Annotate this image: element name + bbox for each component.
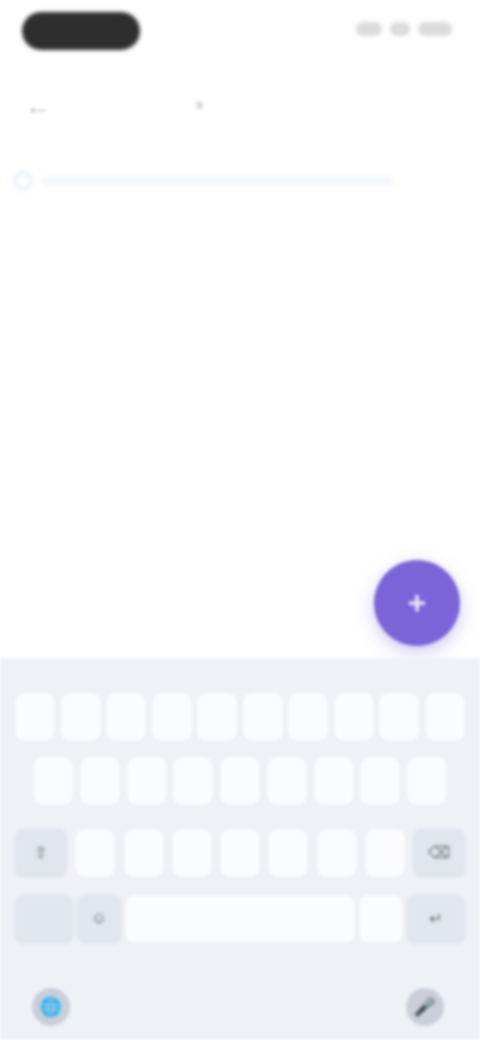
keyboard-row-3: ⇧ ⌫ <box>0 828 480 878</box>
key[interactable] <box>196 692 239 742</box>
symbols-key[interactable] <box>14 894 74 944</box>
fab-button[interactable]: + <box>374 560 460 646</box>
battery-icon <box>418 22 452 36</box>
key[interactable] <box>241 692 284 742</box>
key[interactable] <box>170 828 213 878</box>
chevron-down-icon: ▾ <box>196 96 204 113</box>
key[interactable] <box>267 828 310 878</box>
keyboard-row-2 <box>0 756 480 806</box>
key[interactable] <box>315 828 358 878</box>
search-bar[interactable] <box>14 166 394 196</box>
backspace-key[interactable]: ⌫ <box>412 828 466 878</box>
title-dropdown[interactable]: ▾ <box>190 90 300 120</box>
key[interactable] <box>363 828 406 878</box>
key[interactable] <box>287 692 330 742</box>
key[interactable] <box>406 756 448 806</box>
key[interactable] <box>312 756 355 806</box>
back-icon[interactable]: ← <box>20 88 56 124</box>
status-bar <box>0 0 480 64</box>
period-key[interactable] <box>358 894 404 944</box>
search-icon <box>14 172 32 190</box>
space-key[interactable] <box>124 894 356 944</box>
camera-pill <box>22 12 140 50</box>
key[interactable] <box>332 692 375 742</box>
status-icons <box>356 22 452 38</box>
emoji-icon[interactable]: ☺ <box>76 894 122 944</box>
keyboard: ⇧ ⌫ ☺ ↵ 🌐 🎤 <box>0 658 480 1040</box>
keyboard-bottom-bar: 🌐 🎤 <box>0 976 480 1040</box>
keyboard-row-4: ☺ ↵ <box>0 894 480 944</box>
key[interactable] <box>105 692 148 742</box>
key[interactable] <box>59 692 102 742</box>
enter-key[interactable]: ↵ <box>406 894 466 944</box>
key[interactable] <box>265 756 308 806</box>
mic-icon[interactable]: 🎤 <box>406 988 444 1026</box>
key[interactable] <box>378 692 421 742</box>
key[interactable] <box>172 756 215 806</box>
signal-icon <box>356 22 382 36</box>
key[interactable] <box>122 828 165 878</box>
key[interactable] <box>14 692 56 742</box>
shift-key[interactable]: ⇧ <box>14 828 68 878</box>
key[interactable] <box>74 828 117 878</box>
wifi-icon <box>390 22 410 36</box>
key[interactable] <box>78 756 121 806</box>
key[interactable] <box>219 828 261 878</box>
search-input[interactable] <box>42 176 394 186</box>
key[interactable] <box>359 756 402 806</box>
key[interactable] <box>32 756 74 806</box>
key[interactable] <box>423 692 466 742</box>
plus-icon: + <box>407 584 427 621</box>
key[interactable] <box>125 756 168 806</box>
key[interactable] <box>150 692 193 742</box>
key[interactable] <box>219 756 261 806</box>
app-bar: ← ▾ <box>0 70 480 134</box>
globe-icon[interactable]: 🌐 <box>32 988 70 1026</box>
keyboard-row-1 <box>0 692 480 742</box>
